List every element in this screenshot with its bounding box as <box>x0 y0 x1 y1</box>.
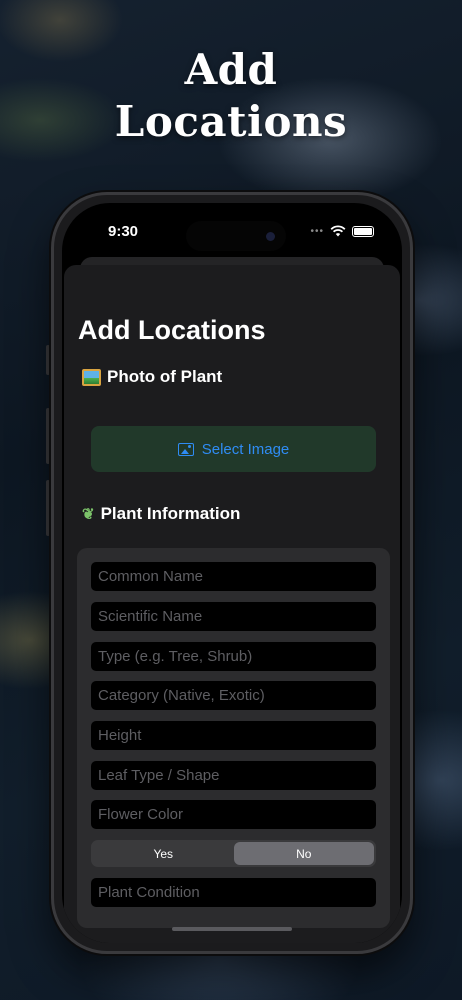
height-field[interactable]: Height <box>91 721 376 750</box>
segment-yes[interactable]: Yes <box>93 842 234 865</box>
home-indicator[interactable] <box>172 927 292 931</box>
phone-volume-up-button <box>46 408 50 464</box>
page-title: Add Locations <box>78 315 266 345</box>
type-field[interactable]: Type (e.g. Tree, Shrub) <box>91 642 376 671</box>
status-bar: 9:30 ••• <box>62 203 402 257</box>
phone-action-button <box>46 345 50 375</box>
status-time: 9:30 <box>108 223 139 240</box>
photo-section-header: Photo of Plant <box>82 367 222 387</box>
wifi-icon <box>330 225 346 237</box>
phone-frame: 9:30 ••• Add Locations Photo of Plant Se… <box>51 192 413 954</box>
add-locations-sheet: Add Locations Photo of Plant Select Imag… <box>64 265 400 943</box>
select-image-label: Select Image <box>201 440 290 458</box>
photo-section-label: Photo of Plant <box>107 367 223 386</box>
flower-color-field[interactable]: Flower Color <box>91 800 376 829</box>
camera-icon <box>266 232 275 241</box>
yes-no-segmented-control: Yes No <box>91 840 376 867</box>
category-field[interactable]: Category (Native, Exotic) <box>91 681 376 710</box>
plant-condition-field[interactable]: Plant Condition <box>91 878 376 907</box>
leaf-icon: ❦ <box>82 506 95 523</box>
photo-icon <box>177 442 194 456</box>
plant-info-section-header: ❦ Plant Information <box>82 504 240 524</box>
signal-dots-icon: ••• <box>310 225 324 237</box>
hero-title: Add Locations <box>0 44 462 148</box>
scientific-name-field[interactable]: Scientific Name <box>91 602 376 631</box>
battery-icon <box>352 225 374 237</box>
select-image-button[interactable]: Select Image <box>91 426 376 472</box>
common-name-field[interactable]: Common Name <box>91 562 376 591</box>
phone-screen: 9:30 ••• Add Locations Photo of Plant Se… <box>62 203 402 943</box>
plant-info-form: Common Name Scientific Name Type (e.g. T… <box>77 548 390 928</box>
leaf-type-field[interactable]: Leaf Type / Shape <box>91 761 376 790</box>
phone-volume-down-button <box>46 480 50 536</box>
segment-no[interactable]: No <box>233 842 374 865</box>
framed-picture-icon <box>82 368 101 386</box>
status-icons: ••• <box>310 225 374 237</box>
hero-title-line-1: Add <box>184 45 278 94</box>
plant-info-section-label: Plant Information <box>100 504 241 523</box>
hero-title-line-2: Locations <box>114 97 348 146</box>
